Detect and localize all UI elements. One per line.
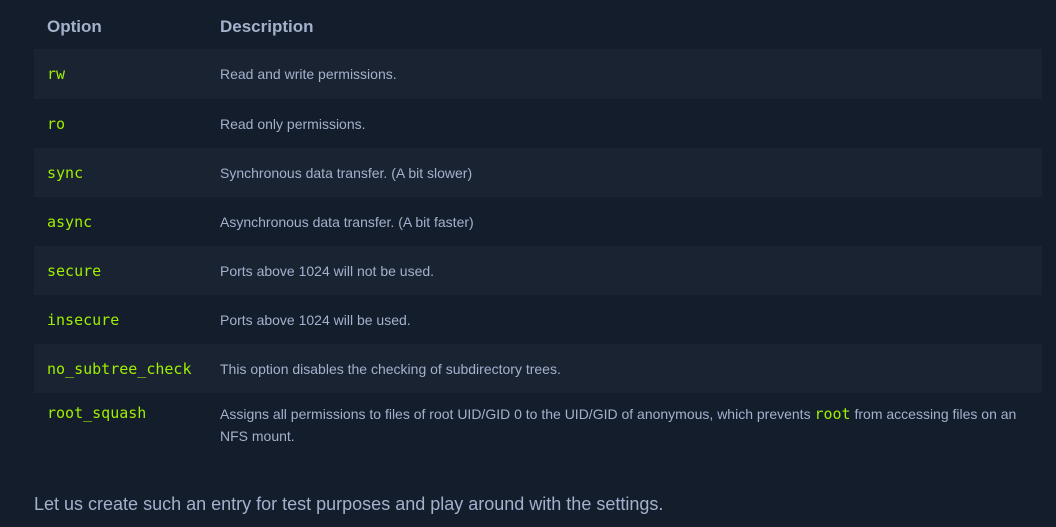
page: Option Description rw Read and write per… [0, 0, 1056, 527]
table-row: root_squash Assigns all permissions to f… [34, 393, 1042, 471]
table-row: insecure Ports above 1024 will be used. [34, 295, 1042, 344]
option-name: no_subtree_check [34, 344, 220, 393]
option-description: Assigns all permissions to files of root… [220, 393, 1042, 471]
table-row: sync Synchronous data transfer. (A bit s… [34, 148, 1042, 197]
table-row: no_subtree_check This option disables th… [34, 344, 1042, 393]
nfs-options-table: Option Description rw Read and write per… [34, 4, 1042, 471]
table-row: secure Ports above 1024 will not be used… [34, 246, 1042, 295]
option-description: This option disables the checking of sub… [220, 344, 1042, 393]
option-name: ro [47, 114, 66, 133]
option-name: async [47, 212, 93, 231]
option-description: Ports above 1024 will be used. [220, 311, 411, 328]
option-name: rw [34, 49, 220, 99]
option-description: Ports above 1024 will not be used. [220, 246, 1042, 295]
table-row: ro Read only permissions. [34, 99, 1042, 148]
table-row: rw Read and write permissions. [34, 49, 1042, 99]
option-description: Asynchronous data transfer. (A bit faste… [220, 213, 474, 230]
description-column-header: Description [220, 16, 314, 36]
option-name: insecure [47, 310, 120, 329]
option-column-header: Option [47, 16, 102, 36]
option-name: sync [34, 148, 220, 197]
option-name: secure [34, 246, 220, 295]
table-header-row: Option Description [34, 4, 1042, 49]
table-row: async Asynchronous data transfer. (A bit… [34, 197, 1042, 246]
option-name: root_squash [47, 404, 147, 422]
outro-paragraph: Let us create such an entry for test pur… [34, 494, 664, 514]
option-description: Synchronous data transfer. (A bit slower… [220, 148, 1042, 197]
inline-code-root: root [814, 405, 851, 423]
option-description: Read only permissions. [220, 115, 366, 132]
option-description: Read and write permissions. [220, 49, 1042, 99]
description-text-before: Assigns all permissions to files of root… [220, 406, 815, 422]
